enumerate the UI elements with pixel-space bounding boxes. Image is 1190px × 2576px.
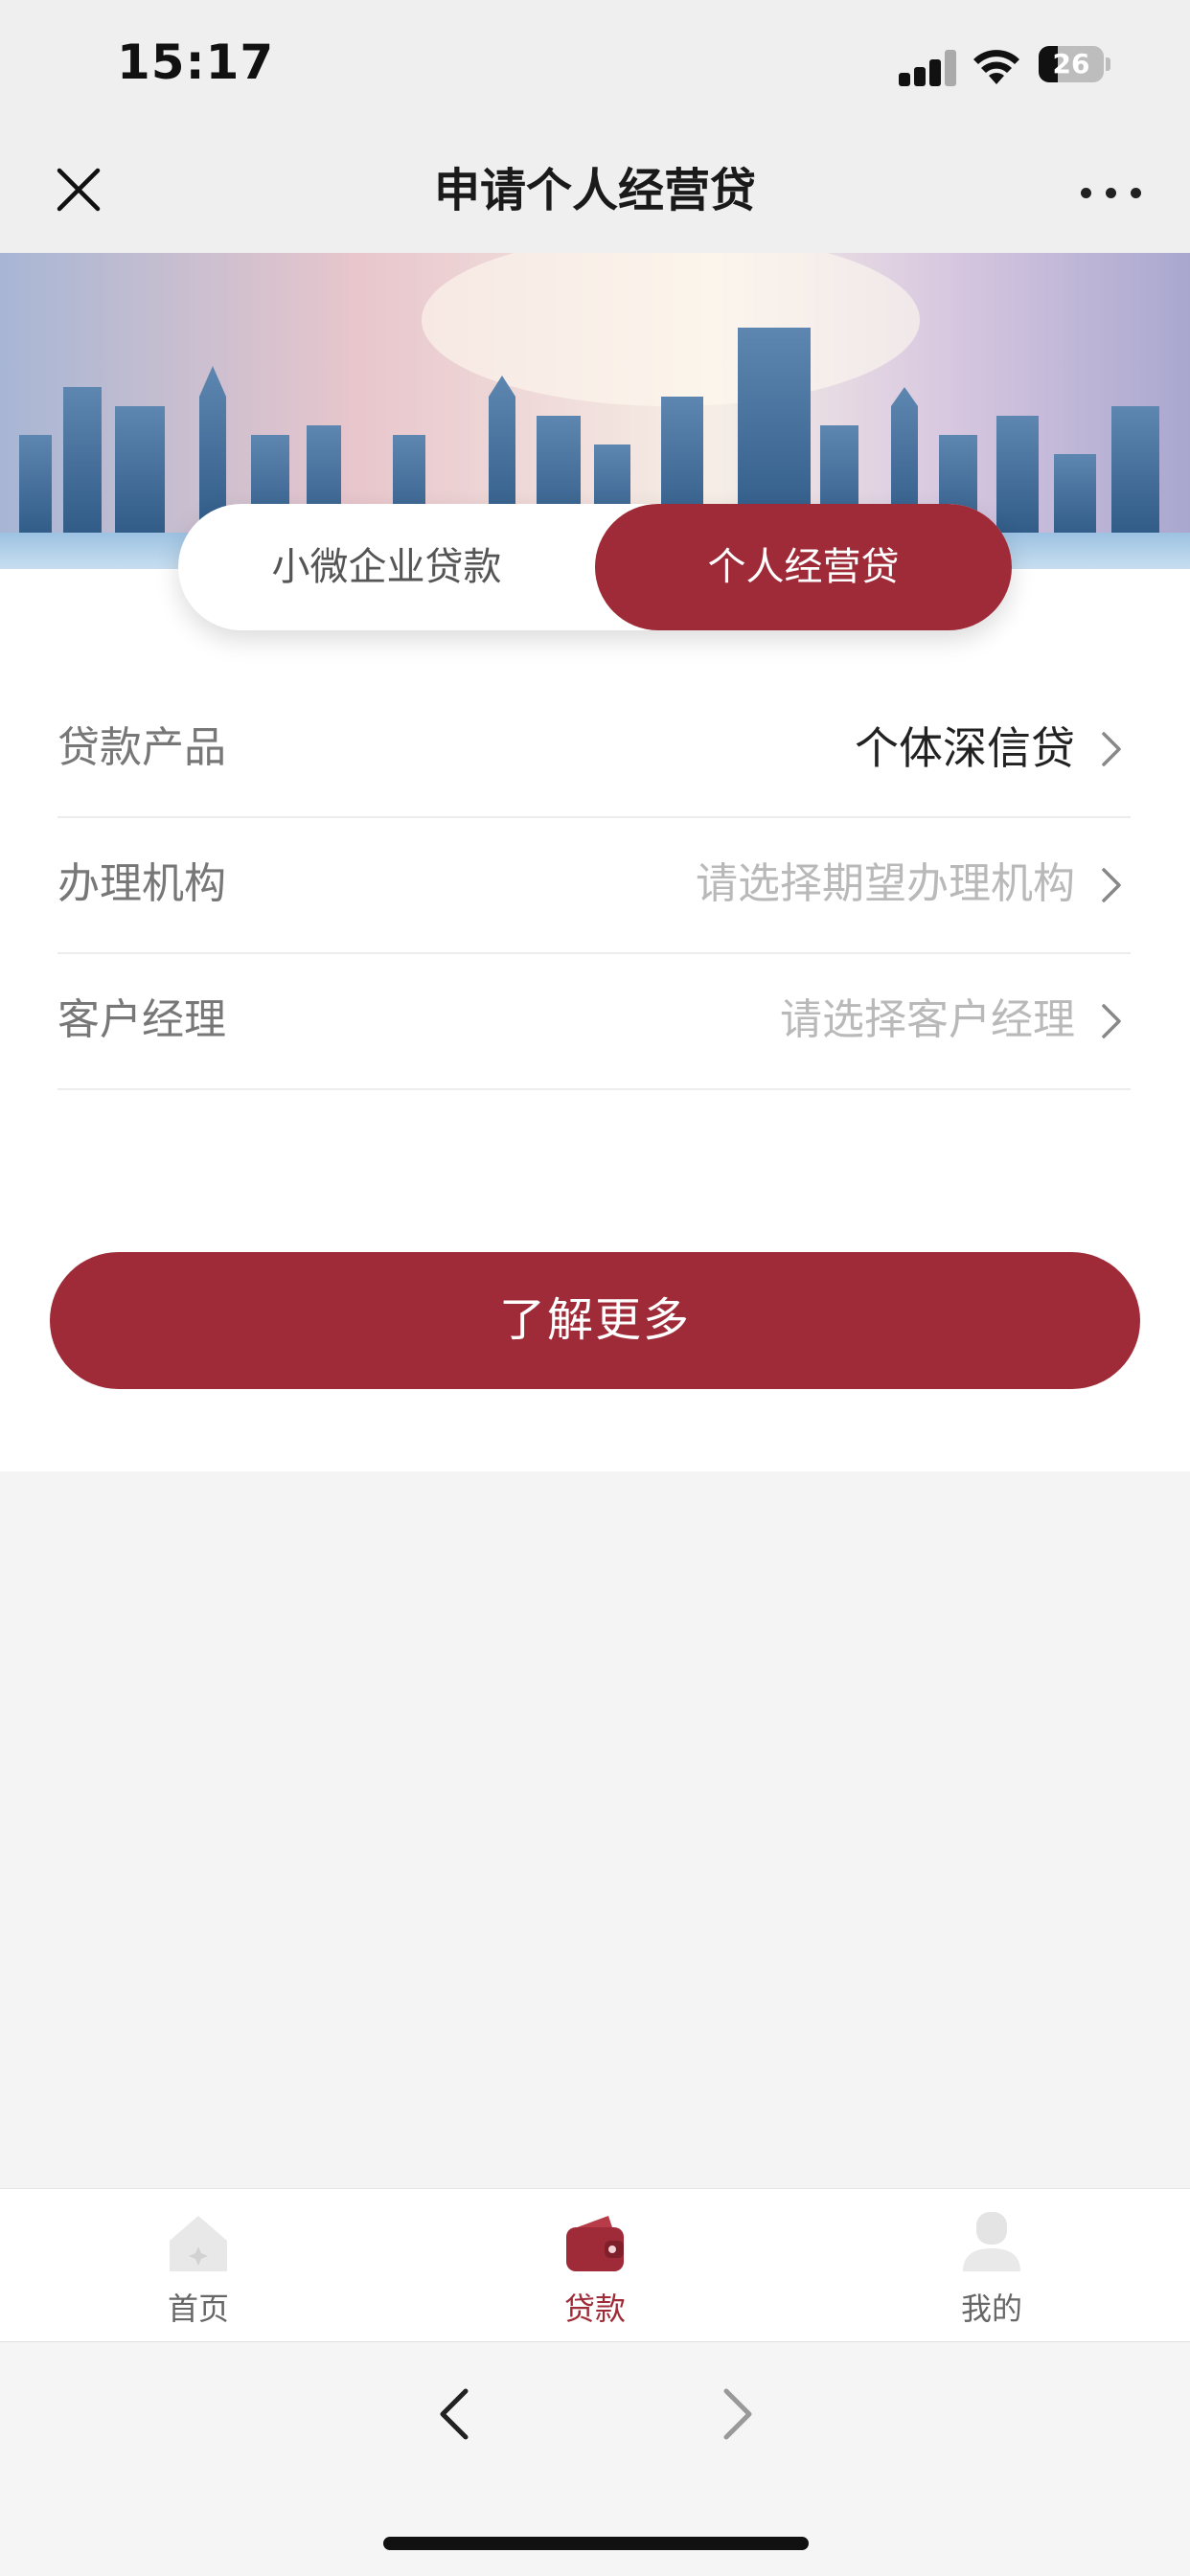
bottom-tab-bar: 首页 贷款 我的	[0, 2188, 1190, 2342]
tab-loans[interactable]: 贷款	[397, 2189, 793, 2342]
row-label: 办理机构	[57, 859, 226, 908]
wallet-icon	[566, 2216, 624, 2271]
row-value: 个体深信贷	[855, 722, 1075, 774]
row-loan-product[interactable]: 贷款产品 个体深信贷	[57, 680, 1131, 818]
tab-mine[interactable]: 我的	[793, 2189, 1190, 2342]
chevron-right-icon	[1102, 868, 1121, 902]
cellular-signal-icon	[899, 50, 958, 86]
chevron-right-icon	[1102, 732, 1121, 766]
page-title: 申请个人经营贷	[433, 164, 756, 217]
forward-chevron-icon[interactable]	[717, 2385, 759, 2443]
row-label: 客户经理	[57, 995, 226, 1044]
chevron-right-icon	[1102, 1004, 1121, 1038]
segment-small-business-loan[interactable]: 小微企业贷款	[178, 504, 595, 630]
tab-label: 贷款	[563, 2291, 626, 2327]
tab-label: 首页	[167, 2291, 229, 2327]
row-institution[interactable]: 办理机构 请选择期望办理机构	[57, 816, 1131, 954]
tab-label: 我的	[960, 2291, 1022, 2327]
back-chevron-icon[interactable]	[433, 2385, 475, 2443]
loan-type-segmented-control: 小微企业贷款 个人经营贷	[178, 504, 1012, 630]
tab-home[interactable]: 首页	[0, 2189, 397, 2342]
battery-level: 26	[1052, 48, 1090, 80]
more-options-icon[interactable]	[1077, 172, 1146, 211]
home-indicator[interactable]	[383, 2537, 809, 2550]
row-placeholder: 请选择客户经理	[780, 995, 1075, 1044]
user-icon	[963, 2212, 1020, 2271]
learn-more-button[interactable]: 了解更多	[50, 1252, 1140, 1389]
status-time: 15:17	[117, 34, 275, 90]
segment-personal-business-loan[interactable]: 个人经营贷	[595, 504, 1012, 630]
battery-icon: 26	[1039, 46, 1111, 84]
row-label: 贷款产品	[57, 723, 226, 772]
wifi-icon	[973, 50, 1019, 84]
row-account-manager[interactable]: 客户经理 请选择客户经理	[57, 952, 1131, 1090]
row-placeholder: 请选择期望办理机构	[696, 859, 1075, 908]
home-icon	[170, 2216, 227, 2271]
